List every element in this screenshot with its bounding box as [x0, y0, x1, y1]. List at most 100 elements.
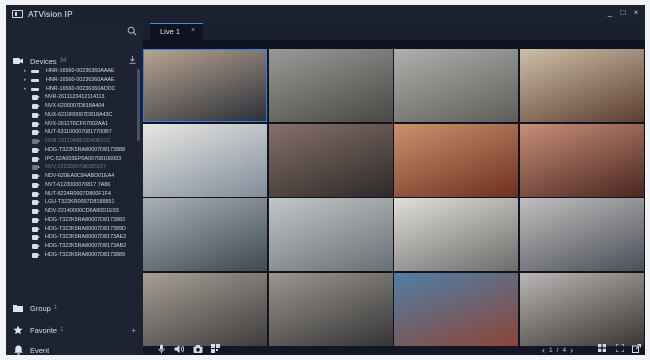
device-item[interactable]: ▸ HNR-16560-00236360ADDC	[6, 85, 143, 94]
device-name: HNR-16560-00236360ADDC	[46, 85, 116, 92]
devices-label: Devices	[30, 56, 57, 66]
import-icon[interactable]	[129, 56, 136, 66]
minimize-button[interactable]: _	[605, 7, 615, 18]
device-name: NUT-6311000070817700B7	[45, 129, 112, 136]
tab-live-1[interactable]: Live 1 ×	[150, 23, 203, 40]
device-name: IPC-52A003EP0A00708106003	[45, 155, 122, 162]
tile-computer-lab[interactable]	[519, 272, 644, 346]
app-window: ATVision IP _ □ × Devices 34 ▸ HNR-16560-…	[6, 5, 645, 355]
camera-icon	[32, 244, 40, 249]
bottom-toolbar: ‹ 1 / 4 ›	[143, 343, 645, 355]
device-item[interactable]: HDG-T322K5RA80007D8173889	[6, 251, 143, 260]
close-button[interactable]: ×	[631, 7, 641, 18]
event-header[interactable]: Event	[6, 341, 143, 355]
speaker-icon[interactable]	[174, 344, 185, 355]
device-item[interactable]: NDV-620EA0C84ABD01EA4	[6, 172, 143, 181]
device-item[interactable]: HDG-T322K5RA80007D817389D	[6, 225, 143, 234]
search-bar	[6, 22, 143, 41]
title-bar: ATVision IP _ □ ×	[6, 5, 645, 22]
microphone-icon[interactable]	[158, 344, 165, 355]
app-title: ATVision IP	[28, 8, 73, 19]
fullscreen-icon[interactable]	[615, 343, 625, 354]
device-name: LGU-T322KR0007D8188851	[45, 199, 115, 206]
tile-restaurant[interactable]	[268, 123, 393, 197]
page-separator: /	[556, 346, 559, 354]
tile-library[interactable]	[519, 49, 644, 122]
device-item[interactable]: ▸ HNR-16560-00236360AAAE	[6, 76, 143, 85]
device-item[interactable]: NUT-6311000070817700B7	[6, 128, 143, 137]
device-name: HDG-T322K5RA80007D8173AB2	[45, 243, 127, 249]
device-item[interactable]: NUT-8224R0007D800F1F4	[6, 190, 143, 199]
tile-office-meeting[interactable]	[143, 123, 267, 197]
device-name: NVR-23110ABE9DA0B31C	[45, 138, 111, 144]
device-item[interactable]: NVX-6200007D818A404	[6, 102, 143, 111]
nvr-icon	[31, 78, 39, 82]
camera-icon	[32, 104, 40, 109]
tile-airport-terminal-a[interactable]	[143, 198, 267, 271]
layout-icon[interactable]	[211, 344, 220, 355]
tile-highway-a[interactable]	[143, 272, 267, 346]
tile-highway-b[interactable]	[268, 272, 393, 346]
camera-icon	[32, 112, 40, 118]
tab-close-icon[interactable]: ×	[191, 27, 195, 34]
tile-dining-hall[interactable]	[519, 123, 644, 197]
search-icon[interactable]	[127, 26, 137, 36]
devices-count: 34	[59, 58, 67, 64]
device-item[interactable]: NVT-6123000070817 7A86	[6, 181, 143, 190]
camera-icon	[32, 217, 40, 223]
tab-label: Live 1	[160, 27, 181, 36]
device-item[interactable]: NVR-23110ABE9DA0B31C	[6, 137, 143, 146]
grid-layout-icon[interactable]	[598, 344, 606, 354]
device-name: NVV-22230007081B5157	[45, 164, 107, 171]
tile-empty-room[interactable]	[268, 49, 393, 122]
device-name: NUX-6210R0007D818A43C	[45, 111, 113, 118]
favorite-header[interactable]: Favorite 1 +	[6, 321, 143, 339]
nvr-icon	[31, 70, 39, 73]
device-item[interactable]: ▸ HNR-16560-00236360AAAE	[6, 67, 143, 76]
device-item[interactable]: NVX-2611T6CF67002AA1	[6, 120, 143, 129]
tile-airport-terminal-b[interactable]	[268, 198, 393, 271]
device-item[interactable]: NVV-22230007081B5157	[6, 163, 143, 172]
device-name: HNR-16560-00236360AAAE	[46, 68, 115, 74]
device-item[interactable]: IPC-52A003EP0A00708106003	[6, 155, 143, 164]
device-item[interactable]: LGU-T322KR0007D8188851	[6, 198, 143, 207]
group-header[interactable]: Group 1	[6, 299, 143, 317]
next-page-button[interactable]: ›	[570, 345, 573, 355]
tile-food-court[interactable]	[394, 123, 518, 197]
camera-icon	[32, 226, 40, 232]
tile-departure-board[interactable]	[394, 272, 518, 346]
device-name: HDG-T322K5RA80007D817389D	[45, 225, 126, 232]
camera-icon	[32, 252, 40, 258]
exit-icon[interactable]	[632, 344, 641, 355]
maximize-button[interactable]: □	[618, 7, 628, 18]
group-label: Group	[30, 303, 51, 313]
snapshot-icon[interactable]	[193, 344, 203, 355]
expand-arrow-icon[interactable]: ▸	[24, 68, 27, 74]
device-name: NVT-6123000070817 7A86	[45, 181, 111, 188]
tile-airport-hall[interactable]	[519, 198, 644, 271]
camera-icon	[32, 95, 40, 101]
expand-arrow-icon[interactable]: ▸	[24, 77, 27, 83]
search-input[interactable]	[12, 25, 126, 39]
camera-icon	[32, 156, 40, 162]
tile-railway-yard[interactable]	[143, 49, 267, 122]
device-item[interactable]: NDV-22140000CD6A80D1E93	[6, 207, 143, 216]
device-item[interactable]: NUX-6210R0007D818A43C	[6, 111, 143, 120]
sidebar: Devices 34 ▸ HNR-16560-00236360AAAE ▸ HNR-1…	[6, 22, 143, 355]
tile-corridor[interactable]	[394, 49, 518, 122]
device-item[interactable]: NVR-2611123412114113	[6, 93, 143, 102]
add-favorite-icon[interactable]: +	[131, 326, 136, 335]
prev-page-button[interactable]: ‹	[542, 345, 545, 355]
device-item[interactable]: HDG-T322K5RA80007D8173AE2	[6, 233, 143, 242]
device-item[interactable]: HDG-T322K5RA80007D8173888	[6, 146, 143, 155]
device-item[interactable]: HDG-T322K5RA80007D8173883	[6, 216, 143, 225]
camera-icon	[32, 200, 40, 206]
camera-icon	[32, 147, 40, 153]
device-name: HDG-T322K5RA80007D8173AE2	[45, 234, 127, 241]
device-list-scrollbar[interactable]	[137, 69, 140, 141]
device-item[interactable]: HDG-T322K5RA80007D8173AB2	[6, 242, 143, 251]
tile-office-desk[interactable]	[394, 198, 518, 271]
expand-arrow-icon[interactable]: ▸	[24, 86, 27, 92]
camera-icon	[32, 165, 40, 171]
bell-icon	[13, 345, 23, 355]
